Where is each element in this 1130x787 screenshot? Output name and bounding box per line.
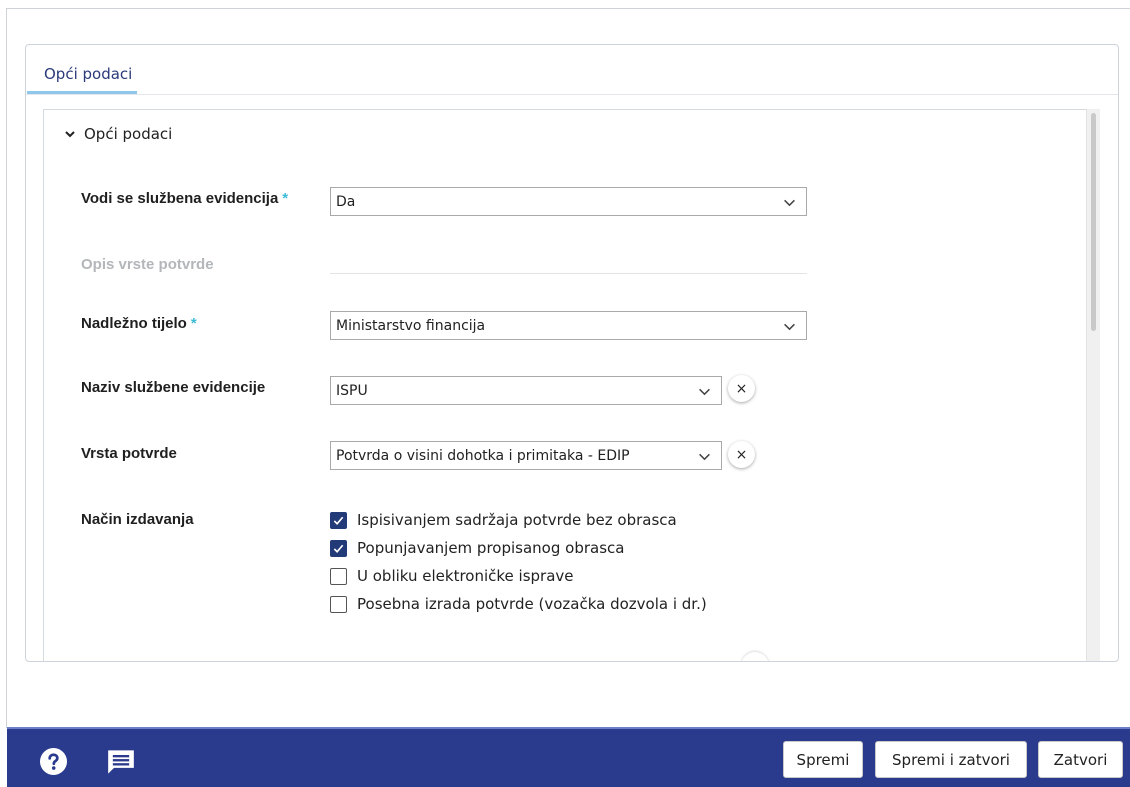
nacin-option-label: Popunjavanjem propisanog obrasca [357,539,625,557]
left-divider [6,8,7,728]
vrsta-label: Vrsta potvrde [81,445,177,462]
top-divider [6,8,1130,9]
close-button[interactable]: Zatvori [1038,741,1123,778]
tab-opci-podaci[interactable]: Opći podaci [27,45,137,94]
nacin-option-1[interactable]: Popunjavanjem propisanog obrasca [330,534,707,562]
naziv-label: Naziv službene evidencije [81,379,266,396]
nadlezno-select[interactable]: Ministarstvo financija [330,311,807,340]
scrollbar-thumb[interactable] [1091,113,1096,331]
nacin-option-0[interactable]: Ispisivanjem sadržaja potvrde bez obrasc… [330,506,707,534]
vodi-label-text: Vodi se službena evidencija [81,190,279,207]
nadlezno-value: Ministarstvo financija [336,317,486,334]
nacin-option-label: Posebna izrada potvrde (vozačka dozvola … [357,595,707,613]
footer-bar: Spremi Spremi i zatvori Zatvori [7,727,1130,787]
chevron-down-icon [699,388,710,396]
nacin-option-2[interactable]: U obliku elektroničke isprave [330,562,707,590]
naziv-clear-button[interactable]: × [728,375,755,402]
nacin-option-3[interactable]: Posebna izrada potvrde (vozačka dozvola … [330,590,707,618]
partial-clear-button[interactable] [741,652,769,661]
chevron-down-icon [784,199,795,207]
check-icon [333,516,344,525]
nadlezno-label-text: Nadležno tijelo [81,315,187,332]
vrsta-select[interactable]: Potvrda o visini dohotka i primitaka - E… [330,441,722,470]
checkbox-unchecked[interactable] [330,567,347,585]
opis-label: Opis vrste potvrde [81,256,214,273]
nacin-label: Način izdavanja [81,511,194,528]
required-marker: * [282,190,289,207]
naziv-value: ISPU [336,382,368,399]
comment-icon[interactable] [107,749,135,775]
vrsta-clear-button[interactable]: × [728,441,755,468]
naziv-select[interactable]: ISPU [330,376,722,405]
close-icon: × [735,380,748,397]
checkbox-checked[interactable] [330,511,347,529]
vrsta-value: Potvrda o visini dohotka i primitaka - E… [336,447,630,464]
section-opci-podaci: Opći podaci Vodi se službena evidencija *… [43,109,1097,661]
nacin-option-label: U obliku elektroničke isprave [357,567,574,585]
opis-input [330,273,807,274]
chevron-down-icon [699,453,710,461]
nacin-checkbox-group: Ispisivanjem sadržaja potvrde bez obrasc… [330,506,707,618]
nacin-option-label: Ispisivanjem sadržaja potvrde bez obrasc… [357,511,677,529]
section-title: Opći podaci [84,125,173,143]
tab-bar-divider [26,94,1118,95]
nadlezno-label: Nadležno tijelo * [81,315,197,332]
vodi-select[interactable]: Da [330,187,807,216]
scrollbar[interactable] [1086,109,1100,661]
save-button[interactable]: Spremi [783,741,863,778]
close-icon: × [735,446,748,463]
required-marker: * [190,315,197,332]
checkbox-checked[interactable] [330,539,347,557]
section-header[interactable]: Opći podaci [64,122,172,146]
help-circle-icon[interactable] [40,748,67,775]
checkbox-unchecked[interactable] [330,595,347,613]
vodi-label: Vodi se službena evidencija * [81,190,288,207]
check-icon [333,544,344,553]
chevron-down-icon [784,323,795,331]
vodi-value: Da [336,193,356,210]
save-and-close-button[interactable]: Spremi i zatvori [875,741,1027,778]
chevron-down-icon [65,131,75,138]
form-card: Opći podaci Opći podaci Vodi se službena… [25,44,1119,662]
